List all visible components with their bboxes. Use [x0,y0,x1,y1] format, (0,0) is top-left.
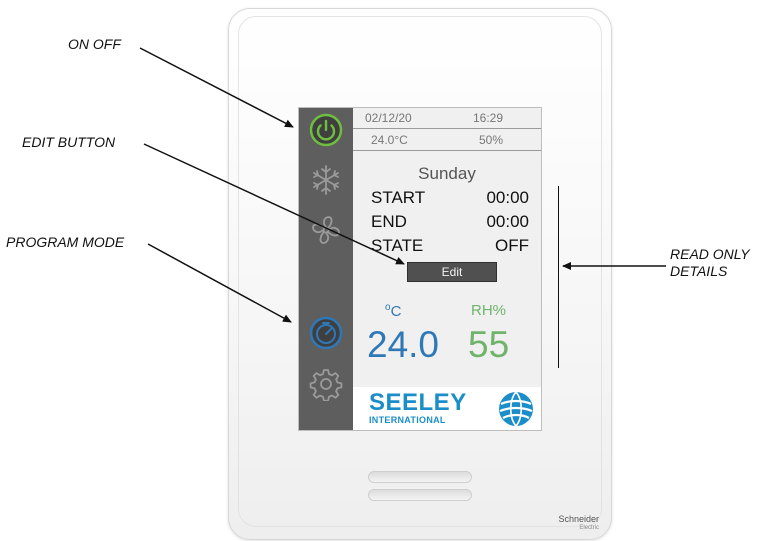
arrow-edit-button [143,143,405,265]
arrow-on-off [139,47,294,128]
arrow-program-mode [147,243,292,323]
callout-arrows [139,47,666,323]
